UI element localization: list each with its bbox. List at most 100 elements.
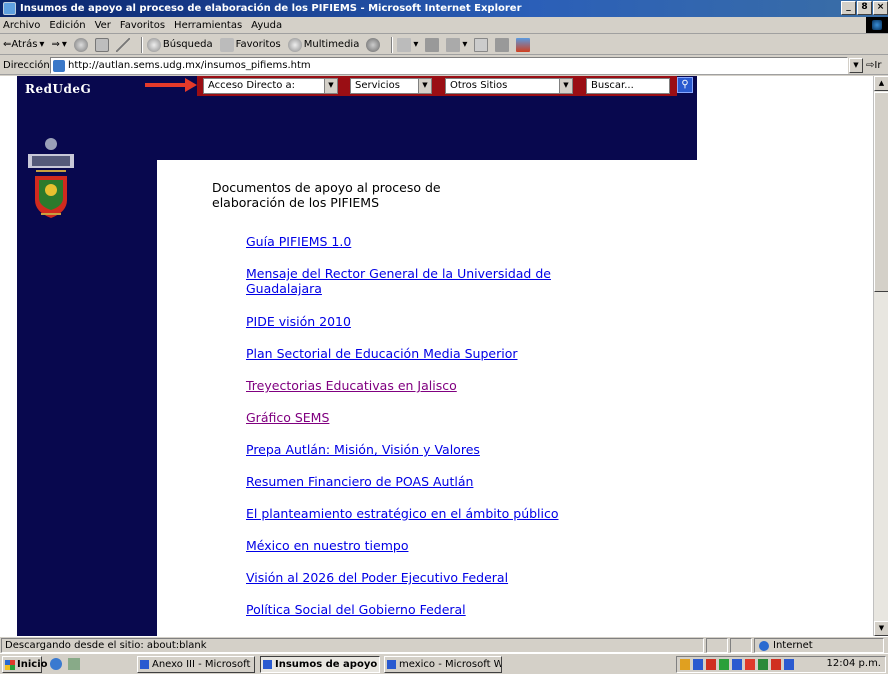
- search-label: Búsqueda: [162, 39, 213, 50]
- quicklaunch-desktop-icon[interactable]: [68, 658, 80, 670]
- link-mexico-nuestro-tiempo[interactable]: México en nuestro tiempo: [246, 538, 408, 553]
- stop-icon: [73, 37, 88, 52]
- zone-label: Internet: [773, 640, 813, 651]
- task-insumos-ie[interactable]: Insumos de apoyo al p...: [260, 656, 380, 673]
- link-guia-pifiems[interactable]: Guía PIFIEMS 1.0: [246, 234, 351, 249]
- address-dropdown-button[interactable]: ▼: [849, 58, 863, 73]
- browser-window: Insumos de apoyo al proceso de elaboraci…: [0, 0, 888, 674]
- vertical-scrollbar[interactable]: ▲ ▼: [873, 76, 888, 636]
- link-grafico-sems[interactable]: Gráfico SEMS: [246, 410, 329, 425]
- tray-icon[interactable]: [680, 659, 690, 670]
- window-title: Insumos de apoyo al proceso de elaboraci…: [20, 3, 522, 14]
- page-viewport: RedUdeG Acceso Directo a: ▼ Servicios ▼ …: [0, 76, 873, 636]
- site-logo[interactable]: RedUdeG: [25, 82, 91, 96]
- menu-edicion[interactable]: Edición: [49, 20, 85, 31]
- site-search-input[interactable]: Buscar...: [586, 78, 670, 94]
- tray-icon[interactable]: [732, 659, 742, 670]
- status-text-pane: Descargando desde el sitio: about:blank: [1, 638, 704, 653]
- link-pide-vision[interactable]: PIDE visión 2010: [246, 314, 351, 329]
- tray-icon[interactable]: [758, 659, 768, 670]
- stop-button[interactable]: [73, 37, 88, 52]
- page-heading-line: Documentos de apoyo al proceso de: [212, 180, 441, 195]
- history-icon: [366, 37, 381, 52]
- search-button[interactable]: Búsqueda: [146, 37, 213, 52]
- favorites-button[interactable]: Favoritos: [219, 37, 281, 52]
- taskbar: Inicio Anexo III - Microsoft Word Insumo…: [0, 653, 888, 674]
- back-label: ⇐Atrás: [3, 39, 38, 50]
- discuss-button[interactable]: [474, 37, 489, 52]
- go-button[interactable]: ⇨Ir: [866, 60, 881, 71]
- maximize-button[interactable]: 8: [857, 1, 872, 15]
- page-icon: [53, 59, 65, 72]
- services-select[interactable]: Servicios ▼: [350, 78, 432, 94]
- mail-button[interactable]: ▾: [397, 37, 418, 52]
- address-bar: Dirección http://autlan.sems.udg.mx/insu…: [0, 56, 888, 75]
- udg-crest-logo: [28, 138, 74, 218]
- scroll-down-button[interactable]: ▼: [874, 621, 888, 636]
- menu-herramientas[interactable]: Herramientas: [174, 20, 242, 31]
- multimedia-button[interactable]: Multimedia: [287, 37, 359, 52]
- services-value: Servicios: [355, 80, 400, 91]
- discuss-icon: [474, 37, 489, 52]
- quicklaunch-ie-icon[interactable]: [50, 658, 62, 670]
- forward-button[interactable]: ⇒ ▾: [51, 39, 66, 50]
- home-icon: [115, 37, 130, 52]
- scroll-up-button[interactable]: ▲: [874, 76, 888, 91]
- messenger-button[interactable]: [516, 37, 531, 52]
- research-icon: [495, 37, 510, 52]
- tray-icon[interactable]: [693, 659, 703, 670]
- site-search-button[interactable]: ⚲: [677, 77, 693, 93]
- window-controls: _ 8 ×: [841, 1, 888, 15]
- title-bar[interactable]: Insumos de apoyo al proceso de elaboraci…: [0, 0, 888, 17]
- address-label: Dirección: [3, 60, 50, 71]
- menu-bar: Archivo Edición Ver Favoritos Herramient…: [0, 17, 888, 34]
- tray-icon[interactable]: [745, 659, 755, 670]
- refresh-icon: [94, 37, 109, 52]
- task-anexo-word[interactable]: Anexo III - Microsoft Word: [137, 656, 255, 673]
- multimedia-icon: [287, 37, 302, 52]
- link-trayectorias-educativas[interactable]: Treyectorias Educativas en Jalisco: [246, 378, 457, 393]
- link-prepa-autlan[interactable]: Prepa Autlán: Misión, Visión y Valores: [246, 442, 480, 457]
- menu-ayuda[interactable]: Ayuda: [251, 20, 282, 31]
- dropdown-icon: ▾: [462, 39, 468, 50]
- quick-access-select[interactable]: Acceso Directo a: ▼: [203, 78, 338, 94]
- link-politica-social[interactable]: Política Social del Gobierno Federal: [246, 602, 466, 617]
- link-vision-2026[interactable]: Visión al 2026 del Poder Ejecutivo Feder…: [246, 570, 508, 585]
- edit-button[interactable]: ▾: [446, 37, 468, 52]
- refresh-button[interactable]: [94, 37, 109, 52]
- dropdown-icon: ▾: [39, 39, 45, 50]
- task-mexico-word[interactable]: mexico - Microsoft Word: [384, 656, 502, 673]
- print-button[interactable]: [425, 37, 440, 52]
- dropdown-icon: ▾: [61, 39, 67, 50]
- link-mensaje-rector[interactable]: Mensaje del Rector General de la Univers…: [246, 266, 551, 296]
- history-button[interactable]: [366, 37, 381, 52]
- research-button[interactable]: [495, 37, 510, 52]
- other-sites-select[interactable]: Otros Sitios ▼: [445, 78, 573, 94]
- tray-icon[interactable]: [771, 659, 781, 670]
- menu-ver[interactable]: Ver: [95, 20, 111, 31]
- chevron-down-icon: ▼: [418, 79, 431, 93]
- globe-icon: [759, 641, 769, 651]
- status-pane: [706, 638, 728, 653]
- tray-icon[interactable]: [784, 659, 794, 670]
- messenger-icon: [516, 37, 531, 52]
- scroll-thumb[interactable]: [874, 92, 888, 292]
- mail-icon: [397, 37, 412, 52]
- tray-icon[interactable]: [706, 659, 716, 670]
- menu-favoritos[interactable]: Favoritos: [120, 20, 165, 31]
- system-tray: 12:04 p.m.: [676, 656, 886, 673]
- link-plan-sectorial[interactable]: Plan Sectorial de Educación Media Superi…: [246, 346, 518, 361]
- link-resumen-financiero[interactable]: Resumen Financiero de POAS Autlán: [246, 474, 473, 489]
- address-input[interactable]: http://autlan.sems.udg.mx/insumos_pifiem…: [50, 57, 848, 74]
- back-button[interactable]: ⇐Atrás ▾: [3, 39, 44, 50]
- menu-archivo[interactable]: Archivo: [3, 20, 40, 31]
- home-button[interactable]: [115, 37, 130, 52]
- minimize-button[interactable]: _: [841, 1, 856, 15]
- tray-icon[interactable]: [719, 659, 729, 670]
- search-icon: [146, 37, 161, 52]
- link-planteamiento-estrategico[interactable]: El planteamiento estratégico en el ámbit…: [246, 506, 559, 521]
- start-button[interactable]: Inicio: [2, 656, 48, 673]
- close-button[interactable]: ×: [873, 1, 888, 15]
- windows-logo-icon: [866, 17, 888, 33]
- arrow-icon: [145, 78, 197, 92]
